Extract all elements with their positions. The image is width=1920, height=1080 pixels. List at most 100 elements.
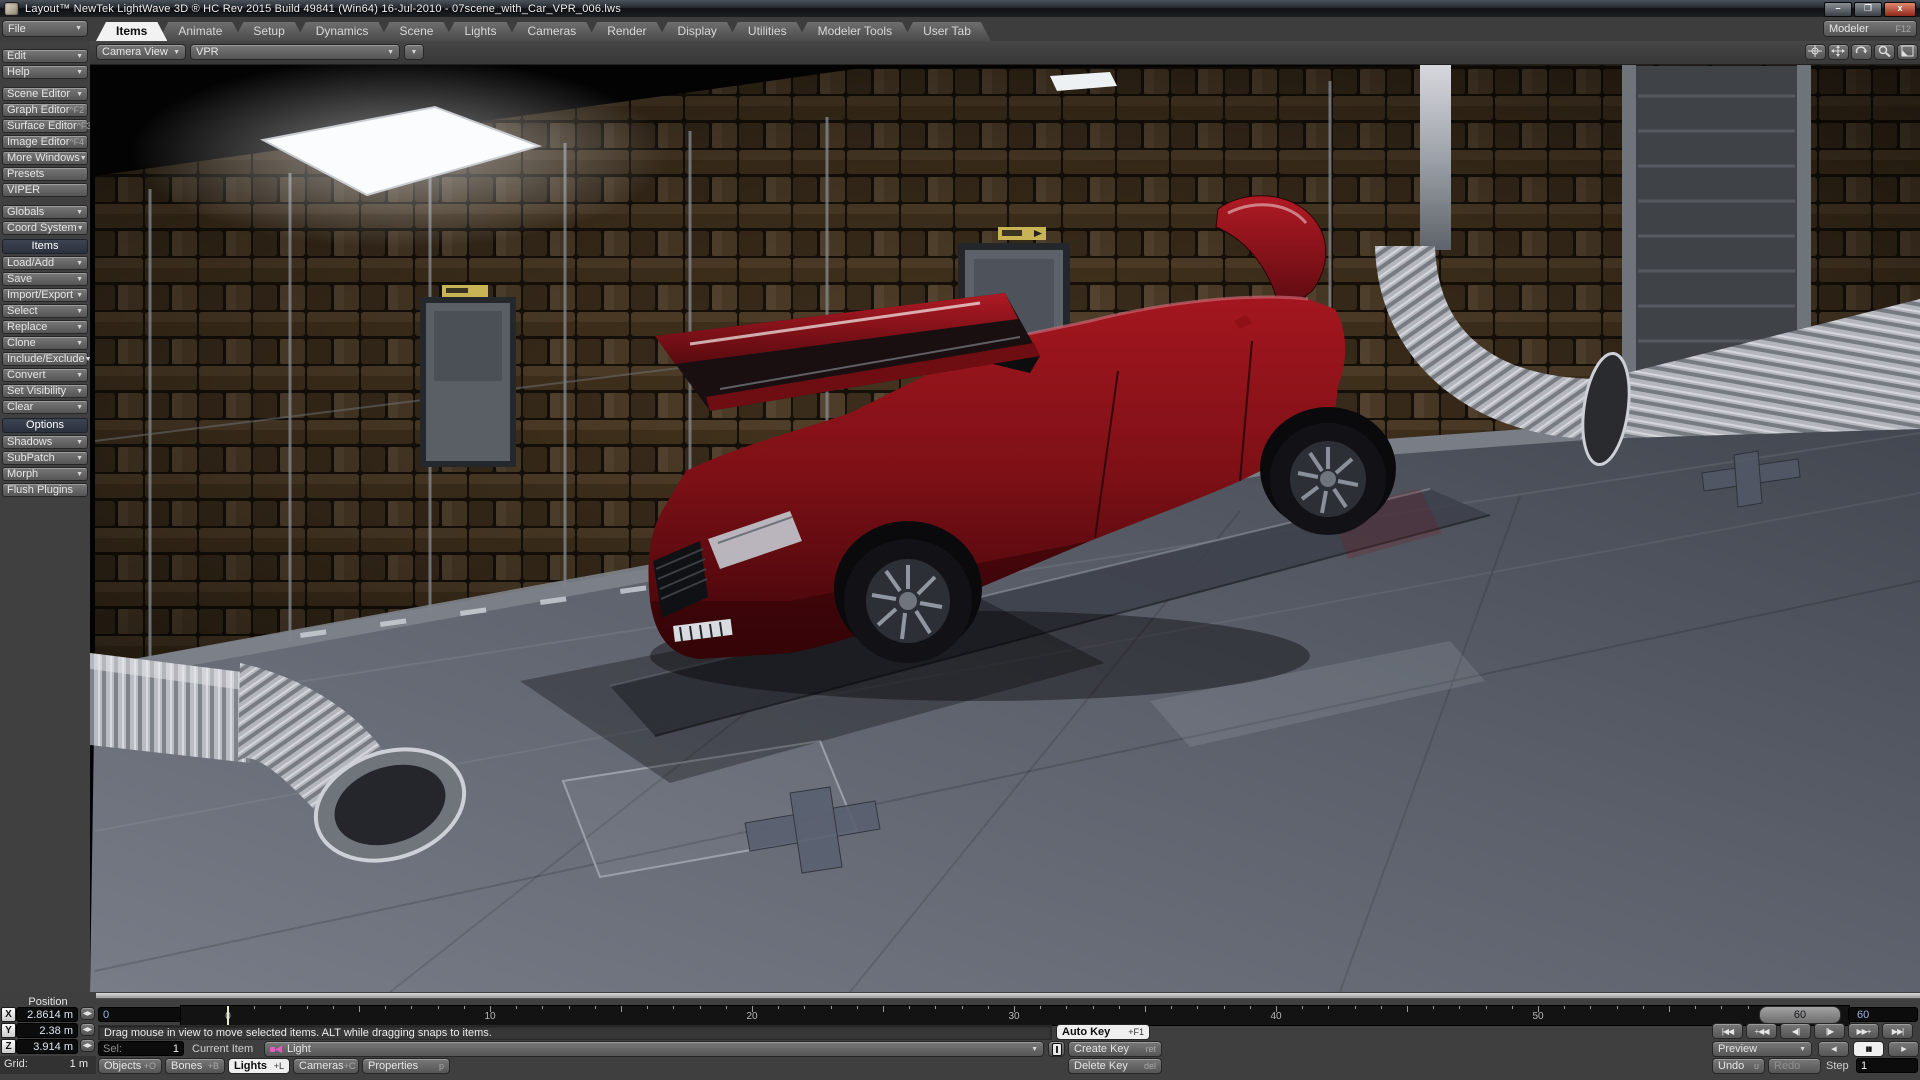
viewport-render[interactable]: [90, 41, 1920, 992]
timeline-ruler[interactable]: 0102030405060: [180, 1005, 1850, 1026]
restore-button[interactable]: ❐: [1854, 2, 1882, 17]
go-start-button[interactable]: |◀◀: [1712, 1023, 1743, 1039]
undo-shortcut: u: [1754, 1061, 1759, 1071]
ruler-tick: [1695, 1006, 1696, 1009]
axis-value-y[interactable]: 2.38 m: [16, 1023, 78, 1038]
file-menu-button[interactable]: File ▼: [2, 20, 88, 37]
tab-items[interactable]: Items: [96, 22, 167, 41]
properties-mode-button[interactable]: Propertiesp: [362, 1058, 450, 1074]
ruler-tick: [1590, 1006, 1591, 1009]
sidebar-item-surface-editor[interactable]: Surface Editor^F3: [2, 119, 88, 133]
step-field[interactable]: 1: [1856, 1058, 1918, 1073]
sidebar-item-include-exclude[interactable]: Include/Exclude▼: [2, 352, 88, 366]
sidebar-item-viper[interactable]: VIPER: [2, 183, 88, 197]
tab-dynamics[interactable]: Dynamics: [296, 22, 389, 41]
sidebar-item-shadows[interactable]: Shadows▼: [2, 435, 88, 449]
viewport-fit-button[interactable]: [1897, 44, 1918, 60]
viewport-pan-button[interactable]: [1828, 44, 1849, 60]
tab-lights[interactable]: Lights: [444, 22, 516, 41]
current-item-dropdown[interactable]: Light ▼: [264, 1041, 1044, 1057]
ruler-tick: [778, 1006, 779, 1009]
current-frame-marker[interactable]: [227, 1006, 229, 1025]
tab-render[interactable]: Render: [587, 22, 666, 41]
sidebar-item-image-editor[interactable]: Image Editor^F4: [2, 135, 88, 149]
sidebar-item-graph-editor[interactable]: Graph Editor^F2: [2, 103, 88, 117]
tab-display[interactable]: Display: [658, 22, 737, 41]
next-key-button[interactable]: ▶▶+: [1848, 1023, 1879, 1039]
sidebar-item-import-export[interactable]: Import/Export▼: [2, 288, 88, 302]
axis-value-x[interactable]: 2.8614 m: [16, 1007, 78, 1022]
render-mode-dropdown[interactable]: VPR ▼: [190, 44, 400, 60]
modeler-button[interactable]: Modeler F12: [1823, 20, 1917, 37]
tab-cameras[interactable]: Cameras: [508, 22, 597, 41]
prev-key-button[interactable]: +◀◀: [1746, 1023, 1777, 1039]
delete-key-button[interactable]: Delete Key del: [1068, 1058, 1162, 1074]
tab-animate[interactable]: Animate: [158, 22, 242, 41]
create-key-button[interactable]: Create Key ret: [1068, 1041, 1162, 1057]
sidebar-item-label: Set Visibility: [7, 385, 66, 397]
go-end-button[interactable]: ▶▶|: [1882, 1023, 1913, 1039]
axis-stepper-x[interactable]: ◀▶: [80, 1007, 95, 1020]
minimize-button[interactable]: –: [1824, 2, 1852, 17]
tab-modeler-tools[interactable]: Modeler Tools: [798, 22, 912, 41]
sidebar-item-replace[interactable]: Replace▼: [2, 320, 88, 334]
viewport-center-button[interactable]: [1805, 44, 1826, 60]
axis-toggle-y[interactable]: Y: [1, 1023, 16, 1038]
objects-mode-button[interactable]: Objects+O: [98, 1058, 162, 1074]
pause-button[interactable]: ▮▮: [1853, 1041, 1884, 1057]
sidebar-item-label: Edit: [7, 50, 26, 62]
item-lock-button[interactable]: [1048, 1041, 1065, 1057]
close-button[interactable]: x: [1884, 2, 1916, 17]
sidebar-item-coord-system[interactable]: Coord System▼: [2, 221, 88, 235]
sidebar-item-help[interactable]: Help▼: [2, 65, 88, 79]
step-back-button[interactable]: ◀||: [1780, 1023, 1811, 1039]
tab-user-tab[interactable]: User Tab: [903, 22, 991, 41]
sidebar-item-set-visibility[interactable]: Set Visibility▼: [2, 384, 88, 398]
undo-button[interactable]: Undo u: [1712, 1058, 1765, 1074]
axis-value-z[interactable]: 3.914 m: [16, 1039, 78, 1054]
play-reverse-button[interactable]: ◀: [1818, 1041, 1849, 1057]
step-forward-button[interactable]: ||▶: [1814, 1023, 1845, 1039]
sidebar-item-edit[interactable]: Edit▼: [2, 49, 88, 63]
axis-toggle-z[interactable]: Z: [1, 1039, 16, 1054]
view-mode-dropdown[interactable]: Camera View ▼: [96, 44, 186, 60]
lights-mode-button[interactable]: Lights+L: [228, 1058, 290, 1074]
viewport-options-dropdown[interactable]: ▼: [404, 44, 424, 60]
current-frame-field[interactable]: 0: [98, 1007, 184, 1022]
sidebar-item-convert[interactable]: Convert▼: [2, 368, 88, 382]
sidebar-item-scene-editor[interactable]: Scene Editor▼: [2, 87, 88, 101]
axis-stepper-z[interactable]: ◀▶: [80, 1039, 95, 1052]
axis-toggle-x[interactable]: X: [1, 1007, 16, 1022]
viewport-rotate-button[interactable]: [1851, 44, 1872, 60]
auto-key-button[interactable]: Auto Key +F1: [1056, 1024, 1150, 1040]
tab-setup[interactable]: Setup: [233, 22, 304, 41]
tab-scene[interactable]: Scene: [379, 22, 453, 41]
sidebar-item-presets[interactable]: Presets: [2, 167, 88, 181]
cameras-mode-button[interactable]: Cameras+C: [293, 1058, 359, 1074]
bones-mode-button[interactable]: Bones+B: [165, 1058, 225, 1074]
sidebar-item-save[interactable]: Save▼: [2, 272, 88, 286]
sidebar-item-clear[interactable]: Clear▼: [2, 400, 88, 414]
timeline-range-handle[interactable]: 60: [1759, 1006, 1841, 1024]
sidebar-item-morph[interactable]: Morph▼: [2, 467, 88, 481]
sidebar-item-globals[interactable]: Globals▼: [2, 205, 88, 219]
sidebar-item-flush-plugins[interactable]: Flush Plugins: [2, 483, 88, 497]
axis-stepper-y[interactable]: ◀▶: [80, 1023, 95, 1036]
sidebar-item-more-windows[interactable]: More Windows▼: [2, 151, 88, 165]
viewport-zoom-button[interactable]: [1874, 44, 1895, 60]
sidebar-item-clone[interactable]: Clone▼: [2, 336, 88, 350]
end-frame-field[interactable]: 60: [1848, 1007, 1918, 1022]
sidebar-item-select[interactable]: Select▼: [2, 304, 88, 318]
redo-button[interactable]: Redo: [1768, 1058, 1821, 1074]
ruler-tick: [595, 1006, 596, 1009]
play-forward-button[interactable]: ▶: [1888, 1041, 1919, 1057]
tab-utilities[interactable]: Utilities: [728, 22, 807, 41]
preview-dropdown[interactable]: Preview ▼: [1712, 1041, 1812, 1057]
ruler-tick: [1066, 1006, 1067, 1009]
sidebar-item-subpatch[interactable]: SubPatch▼: [2, 451, 88, 465]
ruler-tick: [542, 1006, 543, 1009]
sidebar-item-load-add[interactable]: Load/Add▼: [2, 256, 88, 270]
ruler-tick: [1040, 1006, 1041, 1009]
current-item-label: Current Item: [192, 1043, 253, 1055]
sidebar-item-label: Image Editor: [7, 136, 69, 148]
